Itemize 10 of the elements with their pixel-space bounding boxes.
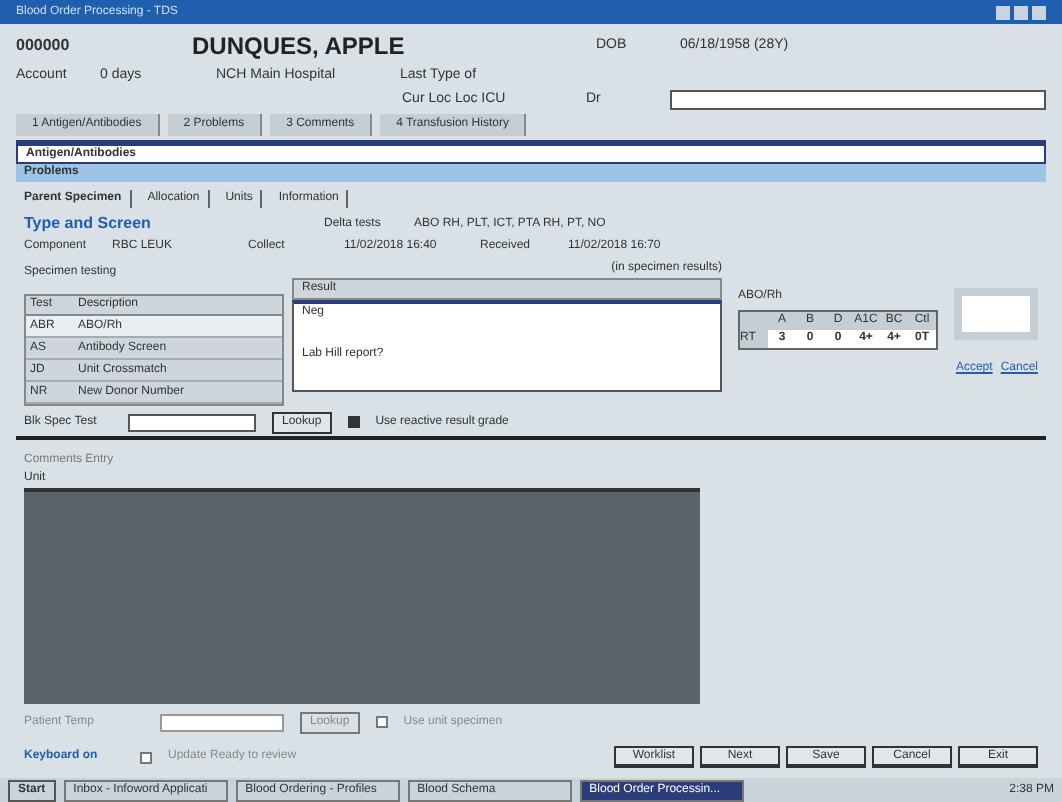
checkbox[interactable] xyxy=(375,716,388,728)
patient-name: DUNQUES, APPLE xyxy=(192,30,407,64)
checkbox[interactable] xyxy=(140,751,152,763)
checkbox[interactable] xyxy=(347,416,360,428)
temp-field[interactable] xyxy=(160,713,284,731)
blood-type-field[interactable] xyxy=(128,413,256,431)
side-panel xyxy=(954,288,1038,340)
section-title: Type and Screen xyxy=(24,212,153,236)
mrn: 000000 xyxy=(16,34,72,58)
doctor-field[interactable] xyxy=(670,89,1046,110)
